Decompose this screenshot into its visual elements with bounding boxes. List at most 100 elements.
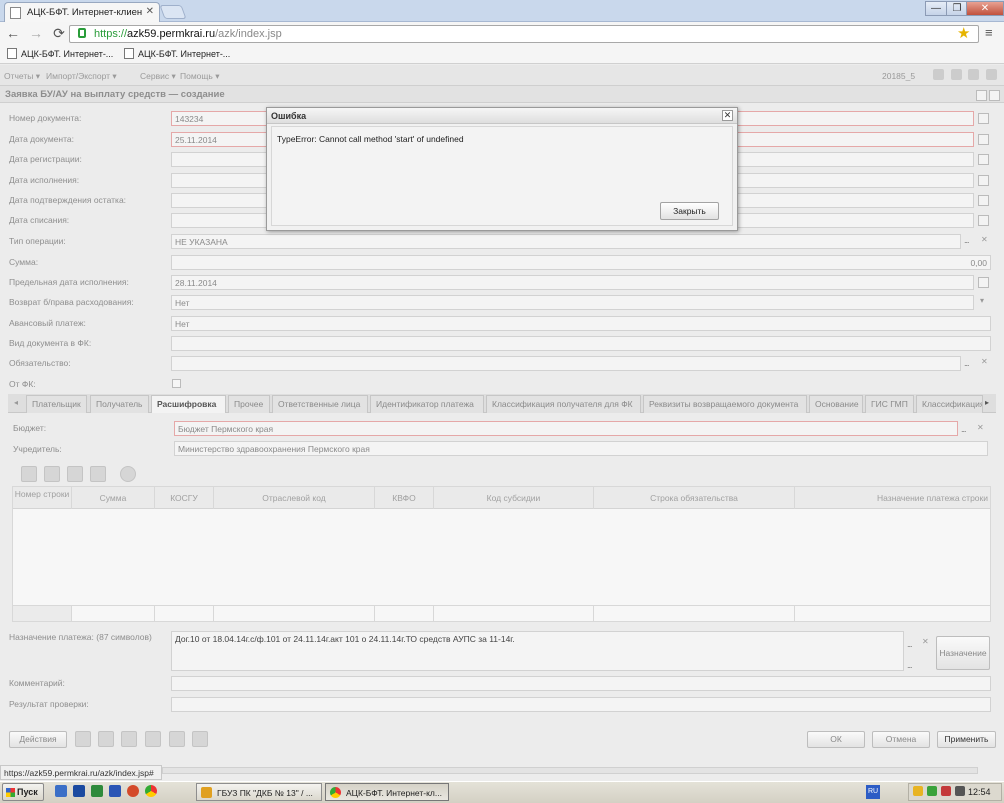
delete-row-icon[interactable]: [90, 466, 106, 482]
calendar-icon[interactable]: [978, 175, 989, 186]
taskbar-item-active[interactable]: АЦК-БФТ. Интернет-кл...: [325, 783, 449, 801]
grid-column-header[interactable]: Отраслевой код: [214, 487, 375, 509]
grid-column-header[interactable]: КОСГУ: [155, 487, 214, 509]
deadline-date-field[interactable]: 28.11.2014: [171, 275, 974, 290]
advance-payment-field[interactable]: Нет: [171, 316, 991, 331]
link-icon[interactable]: [121, 731, 137, 747]
attachment-icon[interactable]: [169, 731, 185, 747]
cancel-button[interactable]: Отмена: [872, 731, 930, 748]
antivirus-icon[interactable]: [927, 786, 937, 796]
bookmark-item[interactable]: АЦК-БФТ. Интернет-...: [7, 48, 113, 59]
export-icon[interactable]: [145, 731, 161, 747]
dialog-close-icon[interactable]: ✕: [722, 110, 733, 121]
save-icon[interactable]: [73, 785, 85, 797]
print-icon[interactable]: [968, 69, 979, 80]
tab-payment-id[interactable]: Идентификатор платежа: [370, 395, 484, 413]
fk-document-type-field[interactable]: [171, 336, 991, 351]
ok-button[interactable]: ОК: [807, 731, 865, 748]
settings-icon[interactable]: [933, 69, 944, 80]
tray-icon[interactable]: [913, 786, 923, 796]
tab-recipient-classification[interactable]: Классификация получателя для ФК: [486, 395, 641, 413]
purpose-button[interactable]: Назначение: [936, 636, 990, 670]
purpose-textarea[interactable]: Дог.10 от 18.04.14г.с/ф.101 от 24.11.14г…: [171, 631, 904, 671]
tab-gis-gmp[interactable]: ГИС ГМП: [865, 395, 914, 413]
browser-menu-icon[interactable]: ≡: [985, 25, 993, 40]
minimize-form-icon[interactable]: [976, 90, 987, 101]
tab-payer[interactable]: Плательщик: [26, 395, 87, 413]
tab-scroll-left-icon[interactable]: ◂: [14, 398, 18, 407]
taskbar-item[interactable]: ГБУЗ ПК "ДКБ № 13" / ...: [196, 783, 322, 801]
clear-icon[interactable]: ✕: [922, 637, 929, 646]
menu-reports[interactable]: Отчеты ▾: [4, 71, 40, 82]
chevron-down-icon[interactable]: ▾: [980, 296, 984, 305]
lookup-icon[interactable]: ...: [961, 424, 966, 434]
tray-icon[interactable]: [941, 786, 951, 796]
tools-icon[interactable]: [192, 731, 208, 747]
tab-close-icon[interactable]: ✕: [146, 6, 154, 17]
menu-help[interactable]: Помощь ▾: [180, 71, 219, 82]
tab-breakdown[interactable]: Расшифровка: [151, 395, 226, 413]
from-fk-checkbox[interactable]: [172, 379, 181, 388]
tab-classification[interactable]: Классификация: [916, 395, 983, 413]
reload-icon[interactable]: ⟳: [50, 25, 68, 42]
close-form-icon[interactable]: [989, 90, 1000, 101]
apply-button[interactable]: Применить: [937, 731, 996, 748]
restore-window-button[interactable]: ❐: [946, 1, 968, 16]
new-tab-button[interactable]: [159, 5, 187, 19]
comment-field[interactable]: [171, 676, 991, 691]
bookmark-star-icon[interactable]: ★: [957, 24, 970, 42]
grid-column-header[interactable]: КВФО: [375, 487, 434, 509]
tab-returned-doc[interactable]: Реквизиты возвращаемого документа: [643, 395, 807, 413]
calendar-icon[interactable]: [978, 215, 989, 226]
tab-basis[interactable]: Основание: [809, 395, 863, 413]
calendar-icon[interactable]: [978, 134, 989, 145]
language-indicator[interactable]: RU: [866, 785, 880, 799]
word-icon[interactable]: [109, 785, 121, 797]
add-row-icon[interactable]: [44, 466, 60, 482]
chrome-icon[interactable]: [145, 785, 157, 797]
lookup-icon[interactable]: ...: [964, 235, 969, 245]
excel-icon[interactable]: [91, 785, 103, 797]
close-window-button[interactable]: ✕: [966, 1, 1004, 16]
back-arrow-icon[interactable]: ←: [4, 25, 22, 41]
calendar-icon[interactable]: [978, 277, 989, 288]
grid-column-header[interactable]: Сумма: [72, 487, 155, 509]
grid-column-header[interactable]: Номер строки: [13, 487, 72, 509]
counter-icon[interactable]: [978, 113, 989, 124]
document-icon[interactable]: [75, 731, 91, 747]
edit-row-icon[interactable]: [21, 466, 37, 482]
clear-icon[interactable]: ✕: [981, 357, 988, 366]
obligation-field[interactable]: [171, 356, 961, 371]
operation-type-field[interactable]: НЕ УКАЗАНА: [171, 234, 961, 249]
calendar-icon[interactable]: [978, 154, 989, 165]
actions-button[interactable]: Действия: [9, 731, 67, 748]
copy-row-icon[interactable]: [67, 466, 83, 482]
browser-tab[interactable]: АЦК-БФТ. Интернет-клиен ✕: [4, 2, 160, 22]
clear-icon[interactable]: ✕: [977, 423, 984, 432]
amount-field[interactable]: 0,00: [171, 255, 991, 270]
forward-arrow-icon[interactable]: →: [27, 25, 45, 41]
start-button[interactable]: Пуск: [2, 783, 44, 801]
dialog-close-button[interactable]: Закрыть: [660, 202, 719, 220]
grid-column-header[interactable]: Строка обязательства: [594, 487, 795, 509]
tools-icon[interactable]: [951, 69, 962, 80]
lookup-icon[interactable]: ...: [907, 639, 912, 649]
clear-icon[interactable]: ✕: [981, 235, 988, 244]
address-bar[interactable]: https://azk59.permkrai.ru/azk/index.jsp: [69, 25, 979, 43]
budget-field[interactable]: Бюджет Пермского края: [174, 421, 958, 436]
horizontal-scrollbar[interactable]: [162, 767, 978, 774]
grid-column-header[interactable]: Назначение платежа строки: [795, 487, 990, 509]
close-icon[interactable]: [986, 69, 997, 80]
gear-icon[interactable]: [120, 466, 136, 482]
calendar-icon[interactable]: [978, 195, 989, 206]
tab-recipient[interactable]: Получатель: [90, 395, 149, 413]
lookup-icon[interactable]: ...: [964, 358, 969, 368]
return-select[interactable]: Нет: [171, 295, 974, 310]
explorer-icon[interactable]: [55, 785, 67, 797]
opera-icon[interactable]: [127, 785, 139, 797]
menu-service[interactable]: Сервис ▾: [140, 71, 176, 82]
menu-import-export[interactable]: Импорт/Экспорт ▾: [46, 71, 117, 82]
bookmark-item[interactable]: АЦК-БФТ. Интернет-...: [124, 48, 230, 59]
tab-scroll-right-icon[interactable]: ▸: [985, 398, 989, 407]
lookup-icon[interactable]: ...: [907, 660, 912, 670]
